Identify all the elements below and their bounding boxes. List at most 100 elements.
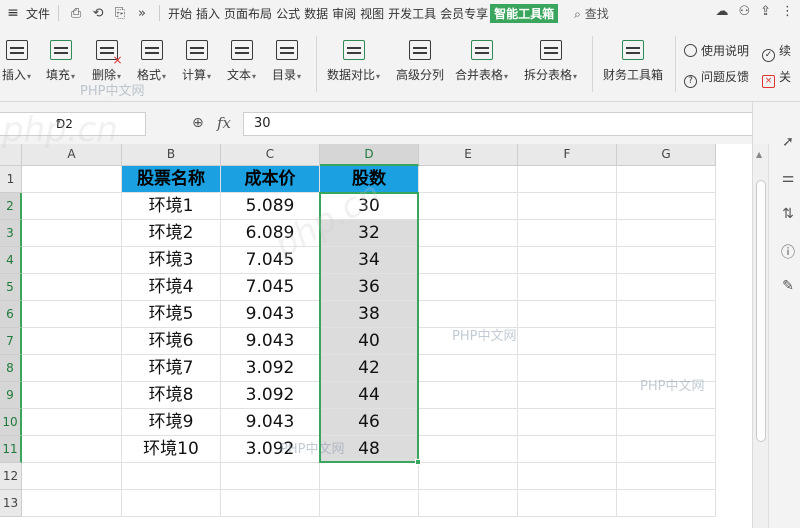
share-icon[interactable]: ⇪ — [760, 4, 771, 19]
cell-d6[interactable]: 38 — [320, 301, 419, 328]
calculate-button[interactable]: 计算▾ — [182, 40, 211, 83]
scroll-up-icon[interactable]: ▲ — [756, 150, 762, 159]
column-header-e[interactable]: E — [419, 144, 518, 166]
tab-data[interactable]: 数据 — [302, 5, 330, 22]
cell-c11[interactable]: 3.092 — [221, 436, 320, 463]
cell-c13[interactable] — [221, 490, 320, 517]
cell-g7[interactable] — [617, 328, 716, 355]
cell-f9[interactable] — [518, 382, 617, 409]
format-button[interactable]: 格式▾ — [137, 40, 166, 83]
tab-member[interactable]: 会员专享 — [438, 5, 490, 22]
tab-smart-toolbox[interactable]: 智能工具箱 — [490, 3, 559, 23]
menu-file[interactable]: 文件 — [24, 5, 52, 22]
cell-a10[interactable] — [22, 409, 122, 436]
column-header-c[interactable]: C — [221, 144, 320, 166]
cell-c5[interactable]: 7.045 — [221, 274, 320, 301]
cell-d12[interactable] — [320, 463, 419, 490]
cell-g10[interactable] — [617, 409, 716, 436]
cell-f8[interactable] — [518, 355, 617, 382]
help-button[interactable]: 使用说明 — [684, 42, 749, 59]
row-header-9[interactable]: 9 — [0, 382, 22, 409]
print-icon[interactable]: ⎘ — [109, 6, 131, 21]
cell-e11[interactable] — [419, 436, 518, 463]
cell-a6[interactable] — [22, 301, 122, 328]
feedback-button[interactable]: ? 问题反馈 — [684, 68, 749, 88]
cell-g6[interactable] — [617, 301, 716, 328]
cell-d9[interactable]: 44 — [320, 382, 419, 409]
cell-g13[interactable] — [617, 490, 716, 517]
cell-b2[interactable]: 环境1 — [122, 193, 221, 220]
formula-input[interactable]: 30 — [243, 112, 765, 136]
cell-f6[interactable] — [518, 301, 617, 328]
cell-b4[interactable]: 环境3 — [122, 247, 221, 274]
tab-developer[interactable]: 开发工具 — [386, 5, 438, 22]
insert-button[interactable]: 插入▾ — [2, 40, 31, 83]
column-header-b[interactable]: B — [122, 144, 221, 166]
zoom-search-icon[interactable]: ⊕ — [192, 115, 204, 131]
column-header-f[interactable]: F — [518, 144, 617, 166]
cell-a3[interactable] — [22, 220, 122, 247]
cell-a11[interactable] — [22, 436, 122, 463]
row-header-1[interactable]: 1 — [0, 166, 22, 193]
row-header-7[interactable]: 7 — [0, 328, 22, 355]
cell-a12[interactable] — [22, 463, 122, 490]
cell-c4[interactable]: 7.045 — [221, 247, 320, 274]
cell-g4[interactable] — [617, 247, 716, 274]
row-header-5[interactable]: 5 — [0, 274, 22, 301]
cell-f10[interactable] — [518, 409, 617, 436]
row-header-11[interactable]: 11 — [0, 436, 22, 463]
vertical-scrollbar[interactable]: ▲ — [753, 144, 769, 528]
cell-e9[interactable] — [419, 382, 518, 409]
cell-a5[interactable] — [22, 274, 122, 301]
row-header-4[interactable]: 4 — [0, 247, 22, 274]
cell-e8[interactable] — [419, 355, 518, 382]
tab-page-layout[interactable]: 页面布局 — [222, 5, 274, 22]
row-header-2[interactable]: 2 — [0, 193, 22, 220]
cell-d7[interactable]: 40 — [320, 328, 419, 355]
cell-d3[interactable]: 32 — [320, 220, 419, 247]
pointer-icon[interactable]: ➚ — [779, 134, 797, 150]
cell-g3[interactable] — [617, 220, 716, 247]
cell-e7[interactable] — [419, 328, 518, 355]
column-header-a[interactable]: A — [22, 144, 122, 166]
cell-b10[interactable]: 环境9 — [122, 409, 221, 436]
cell-d2[interactable]: 30 — [320, 193, 419, 220]
row-header-8[interactable]: 8 — [0, 355, 22, 382]
cell-c9[interactable]: 3.092 — [221, 382, 320, 409]
column-header-g[interactable]: G — [617, 144, 716, 166]
text-button[interactable]: 文本▾ — [227, 40, 256, 83]
continue-button[interactable]: ✓ 续 — [762, 42, 791, 62]
cell-a1[interactable] — [22, 166, 122, 193]
cell-b5[interactable]: 环境4 — [122, 274, 221, 301]
data-compare-button[interactable]: 数据对比▾ — [327, 40, 380, 83]
cell-b8[interactable]: 环境7 — [122, 355, 221, 382]
cell-b7[interactable]: 环境6 — [122, 328, 221, 355]
cell-b11[interactable]: 环境10 — [122, 436, 221, 463]
row-header-3[interactable]: 3 — [0, 220, 22, 247]
cell-g2[interactable] — [617, 193, 716, 220]
cell-g11[interactable] — [617, 436, 716, 463]
cell-c2[interactable]: 5.089 — [221, 193, 320, 220]
cell-f2[interactable] — [518, 193, 617, 220]
row-header-10[interactable]: 10 — [0, 409, 22, 436]
cell-a7[interactable] — [22, 328, 122, 355]
help-circle-icon[interactable]: ⓘ — [779, 242, 797, 262]
cell-d4[interactable]: 34 — [320, 247, 419, 274]
delete-button[interactable]: 删除▾ — [92, 40, 123, 83]
tab-view[interactable]: 视图 — [358, 5, 386, 22]
tab-home[interactable]: 开始 — [166, 5, 194, 22]
cell-e5[interactable] — [419, 274, 518, 301]
cell-g9[interactable] — [617, 382, 716, 409]
split-table-button[interactable]: 拆分表格▾ — [524, 40, 577, 83]
cell-e10[interactable] — [419, 409, 518, 436]
tab-insert[interactable]: 插入 — [194, 5, 222, 22]
menu-icon[interactable]: ≡ — [2, 5, 24, 21]
close-panel-button[interactable]: × 关 — [762, 68, 791, 88]
cell-c10[interactable]: 9.043 — [221, 409, 320, 436]
cell-f7[interactable] — [518, 328, 617, 355]
cell-a2[interactable] — [22, 193, 122, 220]
tab-formulas[interactable]: 公式 — [274, 5, 302, 22]
cell-d11[interactable]: 48 — [320, 436, 419, 463]
fill-button[interactable]: 填充▾ — [46, 40, 75, 83]
cell-e3[interactable] — [419, 220, 518, 247]
